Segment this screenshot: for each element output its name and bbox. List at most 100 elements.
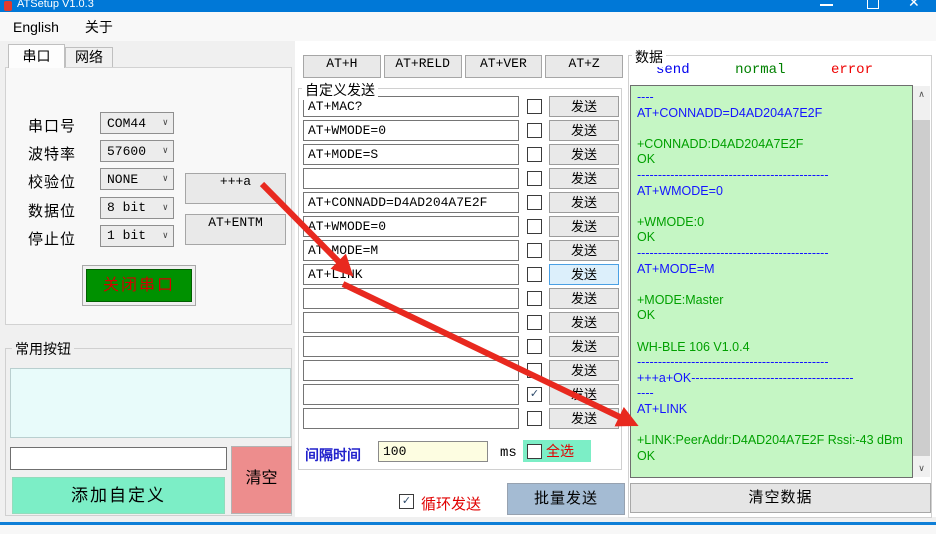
log-line: ---- xyxy=(637,90,906,106)
command-input[interactable] xyxy=(303,168,519,189)
send-button[interactable]: 发送 xyxy=(549,192,619,213)
interval-input[interactable]: 100 xyxy=(378,441,488,462)
menu-item-about[interactable]: 关于 xyxy=(72,17,126,37)
legend-normal: normal xyxy=(735,62,785,78)
serial-field-dropdown[interactable]: 57600∨ xyxy=(100,140,174,162)
send-button[interactable]: 发送 xyxy=(549,264,619,285)
send-button[interactable]: 发送 xyxy=(549,288,619,309)
log-line xyxy=(637,277,906,293)
command-input[interactable] xyxy=(303,384,519,405)
log-scrollbar[interactable]: ∧ ∨ xyxy=(913,86,930,477)
send-button[interactable]: 发送 xyxy=(549,120,619,141)
clear-button[interactable]: 清空 xyxy=(231,446,292,514)
quick-button-ath[interactable]: AT+H xyxy=(303,55,381,78)
chevron-down-icon: ∨ xyxy=(163,118,168,128)
interval-label: 间隔时间 xyxy=(305,445,361,465)
send-button[interactable]: 发送 xyxy=(549,144,619,165)
common-buttons-list[interactable] xyxy=(10,368,291,438)
command-input[interactable]: AT+MODE=M xyxy=(303,240,519,261)
command-input[interactable] xyxy=(303,336,519,357)
row-checkbox[interactable] xyxy=(527,147,542,162)
dropdown-value: 57600 xyxy=(107,144,146,159)
log-line: +MODE:Master xyxy=(637,293,906,309)
window-title: ATSetup V1.0.3 xyxy=(17,0,94,10)
log-line xyxy=(637,121,906,137)
custom-send-row: AT+CONNADD=D4AD204A7E2F 发送 xyxy=(303,192,622,213)
custom-send-row: AT+MODE=S 发送 xyxy=(303,144,622,165)
log-line: AT+LINK xyxy=(637,402,906,418)
row-checkbox[interactable] xyxy=(527,243,542,258)
row-checkbox[interactable] xyxy=(527,363,542,378)
custom-send-row: 发送 xyxy=(303,288,622,309)
command-input[interactable]: AT+CONNADD=D4AD204A7E2F xyxy=(303,192,519,213)
close-icon[interactable]: ✕ xyxy=(904,0,934,12)
command-input[interactable]: AT+WMODE=0 xyxy=(303,216,519,237)
interval-unit: ms xyxy=(500,445,517,461)
command-input[interactable]: AT+LINK xyxy=(303,264,519,285)
dropdown-value: 1 bit xyxy=(107,228,146,243)
scrollbar-thumb[interactable] xyxy=(913,120,930,456)
command-input[interactable] xyxy=(303,288,519,309)
custom-send-row: AT+WMODE=0 发送 xyxy=(303,216,622,237)
command-input[interactable] xyxy=(303,312,519,333)
clear-data-button[interactable]: 清空数据 xyxy=(630,483,931,513)
common-buttons-title: 常用按钮 xyxy=(12,339,74,359)
send-button[interactable]: 发送 xyxy=(549,240,619,261)
scroll-down-icon[interactable]: ∨ xyxy=(913,460,930,477)
quick-button-atreld[interactable]: AT+RELD xyxy=(384,55,462,78)
command-input[interactable] xyxy=(303,408,519,429)
row-checkbox[interactable] xyxy=(527,291,542,306)
send-button[interactable]: 发送 xyxy=(549,96,619,117)
serial-field-dropdown[interactable]: 8 bit∨ xyxy=(100,197,174,219)
log-line: +WMODE:0 xyxy=(637,215,906,231)
send-button[interactable]: 发送 xyxy=(549,408,619,429)
row-checkbox[interactable]: ✓ xyxy=(527,387,542,402)
row-checkbox[interactable] xyxy=(527,123,542,138)
maximize-button[interactable] xyxy=(858,0,888,12)
scroll-up-icon[interactable]: ∧ xyxy=(913,86,930,103)
row-checkbox[interactable] xyxy=(527,267,542,282)
row-checkbox[interactable] xyxy=(527,171,542,186)
send-button[interactable]: 发送 xyxy=(549,384,619,405)
dropdown-value: COM44 xyxy=(107,116,146,131)
row-checkbox[interactable] xyxy=(527,195,542,210)
menu-bar: English关于 xyxy=(0,12,936,41)
log-line: OK xyxy=(637,449,906,465)
log-line: +LINK:PeerAddr:D4AD204A7E2F Rssi:-43 dBm xyxy=(637,433,906,449)
serial-field-dropdown[interactable]: COM44 ∨ xyxy=(100,112,174,134)
at-entm-button[interactable]: AT+ENTM xyxy=(185,214,286,245)
log-line xyxy=(637,199,906,215)
send-button[interactable]: 发送 xyxy=(549,360,619,381)
tab-network[interactable]: 网络 xyxy=(65,47,113,67)
batch-send-button[interactable]: 批量发送 xyxy=(507,483,625,515)
select-all-checkbox[interactable] xyxy=(527,444,542,459)
send-button[interactable]: 发送 xyxy=(549,312,619,333)
row-checkbox[interactable] xyxy=(527,99,542,114)
send-button[interactable]: 发送 xyxy=(549,168,619,189)
command-input[interactable] xyxy=(303,360,519,381)
command-input[interactable]: AT+MODE=S xyxy=(303,144,519,165)
log-line: AT+MODE=M xyxy=(637,262,906,278)
serial-field-dropdown[interactable]: NONE∨ xyxy=(100,168,174,190)
row-checkbox[interactable] xyxy=(527,339,542,354)
log-line: ----------------------------------------… xyxy=(637,246,906,262)
close-port-button[interactable]: 关闭串口 xyxy=(82,265,196,306)
send-button[interactable]: 发送 xyxy=(549,216,619,237)
tab-serial[interactable]: 串口 xyxy=(8,44,65,68)
plus-a-button[interactable]: +++a xyxy=(185,173,286,204)
quick-button-atz[interactable]: AT+Z xyxy=(545,55,623,78)
log-line: +++a+OK---------------------------------… xyxy=(637,371,906,387)
loop-send-checkbox[interactable]: ✓ xyxy=(399,494,414,509)
row-checkbox[interactable] xyxy=(527,219,542,234)
new-command-input[interactable] xyxy=(10,447,227,470)
row-checkbox[interactable] xyxy=(527,411,542,426)
row-checkbox[interactable] xyxy=(527,315,542,330)
minimize-button[interactable] xyxy=(812,0,842,12)
serial-field-dropdown[interactable]: 1 bit ∨ xyxy=(100,225,174,247)
menu-item-english[interactable]: English xyxy=(0,19,72,35)
send-button[interactable]: 发送 xyxy=(549,336,619,357)
quick-button-atver[interactable]: AT+VER xyxy=(465,55,543,78)
add-custom-button[interactable]: 添加自定义 xyxy=(12,477,225,514)
chevron-down-icon: ∨ xyxy=(163,231,168,241)
command-input[interactable]: AT+WMODE=0 xyxy=(303,120,519,141)
